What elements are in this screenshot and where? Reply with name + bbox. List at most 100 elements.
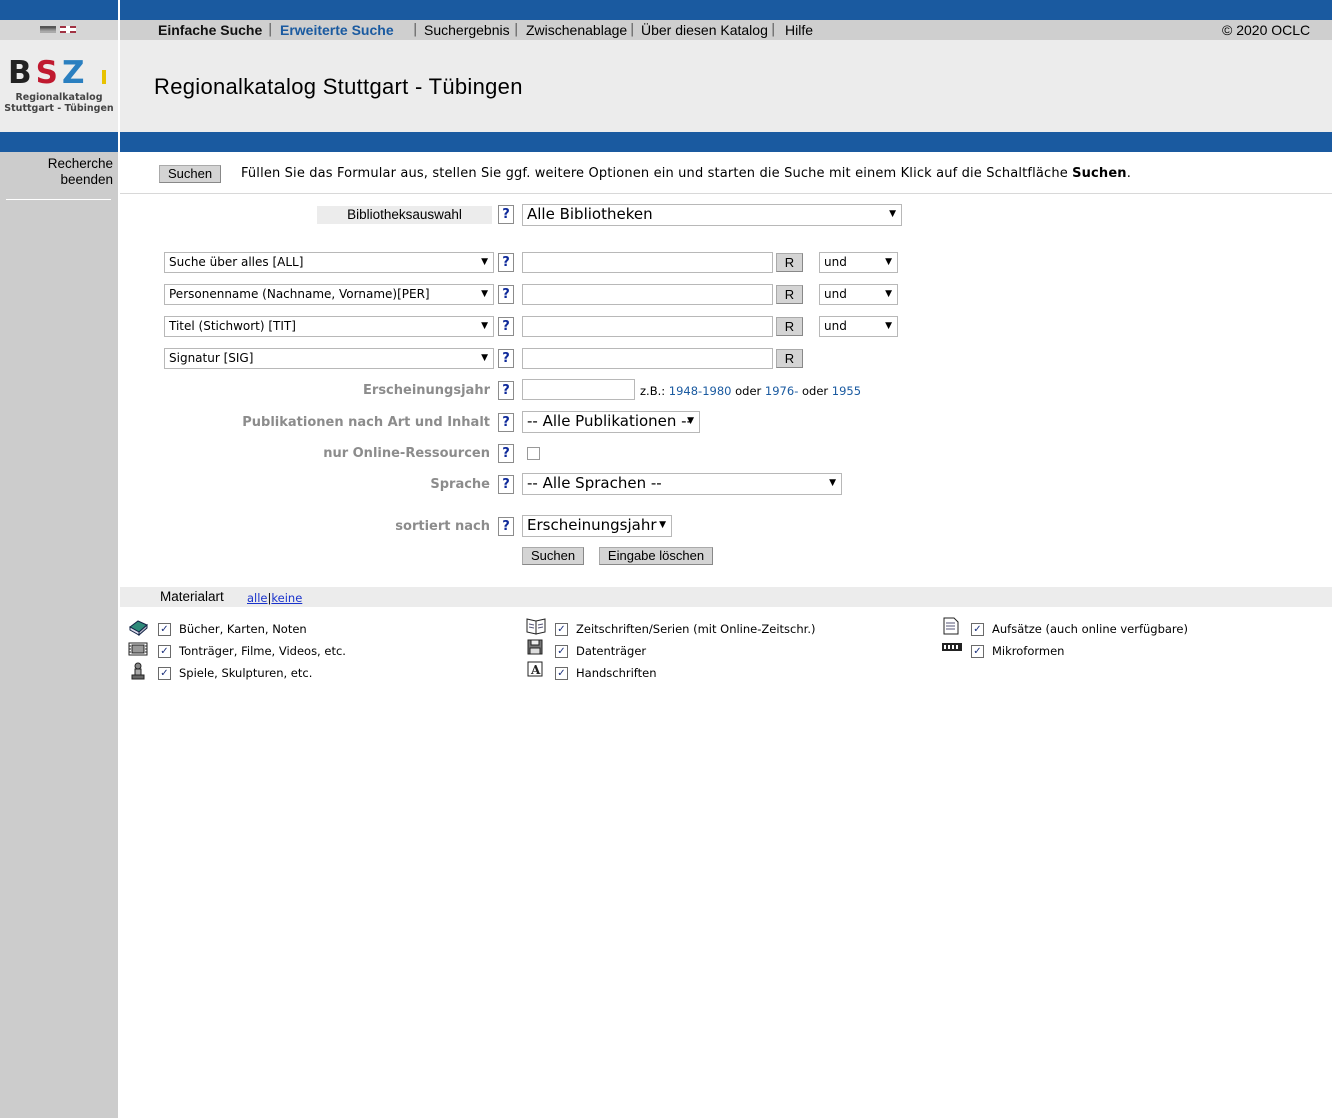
year-input[interactable] bbox=[522, 379, 635, 400]
article-icon bbox=[943, 617, 961, 635]
journal-icon bbox=[526, 617, 546, 635]
language-select[interactable]: -- Alle Sprachen -- ▼ bbox=[522, 473, 842, 495]
operator-select-1[interactable]: und ▼ bbox=[819, 252, 898, 273]
search-button[interactable]: Suchen bbox=[522, 547, 584, 565]
publication-select-value: -- Alle Publikationen -- bbox=[527, 412, 693, 430]
chevron-down-icon: ▼ bbox=[885, 321, 892, 331]
material-articles: Aufsätze (auch online verfügbare) bbox=[992, 622, 1188, 636]
checkbox-books[interactable]: ✓ bbox=[158, 623, 171, 636]
r-button-1[interactable]: R bbox=[776, 253, 803, 272]
nav-separator: | bbox=[514, 22, 519, 37]
copyright: © 2020 OCLC bbox=[1222, 22, 1311, 38]
online-only-checkbox[interactable] bbox=[527, 447, 540, 460]
sort-select[interactable]: Erscheinungsjahr ▼ bbox=[522, 515, 672, 537]
field-select-2[interactable]: Personenname (Nachname, Vorname)[PER] ▼ bbox=[164, 284, 494, 305]
nav-separator: | bbox=[630, 22, 635, 37]
search-input-2[interactable] bbox=[522, 284, 773, 305]
library-select-value: Alle Bibliotheken bbox=[527, 205, 653, 223]
nav-separator: | bbox=[413, 22, 418, 37]
clear-button[interactable]: Eingabe löschen bbox=[599, 547, 713, 565]
end-search-link[interactable]: Recherche beenden bbox=[0, 156, 113, 188]
chevron-down-icon: ▼ bbox=[829, 478, 836, 488]
help-icon[interactable]: ? bbox=[498, 317, 514, 336]
sculpture-icon bbox=[130, 662, 148, 680]
svg-text:A: A bbox=[530, 663, 541, 677]
manuscript-icon: A bbox=[527, 661, 545, 679]
checkbox-data-carriers[interactable]: ✓ bbox=[555, 645, 568, 658]
library-select[interactable]: Alle Bibliotheken ▼ bbox=[522, 204, 902, 226]
intro-text-end: . bbox=[1126, 166, 1131, 181]
chevron-down-icon: ▼ bbox=[687, 416, 694, 426]
field-select-1[interactable]: Suche über alles [ALL] ▼ bbox=[164, 252, 494, 273]
checkbox-audio-video[interactable]: ✓ bbox=[158, 645, 171, 658]
r-button-2[interactable]: R bbox=[776, 285, 803, 304]
help-icon[interactable]: ? bbox=[498, 205, 514, 224]
operator-value: und bbox=[824, 287, 847, 301]
book-icon bbox=[128, 618, 148, 637]
select-all-link[interactable]: alle bbox=[247, 591, 268, 605]
help-icon[interactable]: ? bbox=[498, 475, 514, 494]
operator-value: und bbox=[824, 319, 847, 333]
sidebar-divider bbox=[6, 199, 111, 200]
german-flag-icon[interactable] bbox=[40, 26, 56, 33]
nav-advanced-search[interactable]: Erweiterte Suche bbox=[280, 22, 394, 38]
material-microforms: Mikroformen bbox=[992, 644, 1065, 658]
field-select-3[interactable]: Titel (Stichwort) [TIT] ▼ bbox=[164, 316, 494, 337]
nav-results[interactable]: Suchergebnis bbox=[424, 22, 510, 38]
checkbox-microforms[interactable]: ✓ bbox=[971, 645, 984, 658]
checkbox-games-sculptures[interactable]: ✓ bbox=[158, 667, 171, 680]
top-search-button[interactable]: Suchen bbox=[159, 165, 221, 183]
field-select-value: Titel (Stichwort) [TIT] bbox=[169, 319, 296, 333]
logo-area: BSZ Regionalkatalog Stuttgart - Tübingen bbox=[0, 40, 118, 132]
end-search-line1: Recherche bbox=[47, 156, 113, 171]
year-examples: z.B.: 1948-1980 oder 1976- oder 1955 bbox=[640, 384, 861, 398]
nav-separator: | bbox=[771, 22, 776, 37]
nav-separator: | bbox=[268, 22, 273, 37]
nav-simple-search[interactable]: Einfache Suche bbox=[158, 22, 262, 38]
publication-select[interactable]: -- Alle Publikationen -- ▼ bbox=[522, 411, 700, 433]
year-example-1: 1948-1980 bbox=[668, 384, 732, 398]
material-data-carriers: Datenträger bbox=[576, 644, 647, 658]
chevron-down-icon: ▼ bbox=[885, 289, 892, 299]
nav-clipboard[interactable]: Zwischenablage bbox=[526, 22, 627, 38]
publication-label: Publikationen nach Art und Inhalt bbox=[242, 415, 490, 430]
help-icon[interactable]: ? bbox=[498, 253, 514, 272]
r-button-3[interactable]: R bbox=[776, 317, 803, 336]
end-search-line2: beenden bbox=[60, 172, 113, 187]
field-select-4[interactable]: Signatur [SIG] ▼ bbox=[164, 348, 494, 369]
help-icon[interactable]: ? bbox=[498, 413, 514, 432]
help-icon[interactable]: ? bbox=[498, 444, 514, 463]
nav-help[interactable]: Hilfe bbox=[785, 22, 813, 38]
english-flag-icon[interactable] bbox=[60, 26, 76, 33]
logo-caption-1: Regionalkatalog bbox=[15, 92, 103, 103]
checkbox-manuscripts[interactable]: ✓ bbox=[555, 667, 568, 680]
checkbox-articles[interactable]: ✓ bbox=[971, 623, 984, 636]
intro-text-bold: Suchen bbox=[1072, 166, 1127, 181]
search-input-3[interactable] bbox=[522, 316, 773, 337]
materials-toggle: alle|keine bbox=[247, 591, 302, 605]
operator-select-2[interactable]: und ▼ bbox=[819, 284, 898, 305]
help-icon[interactable]: ? bbox=[498, 381, 514, 400]
logo-caption-2: Stuttgart - Tübingen bbox=[4, 103, 114, 114]
chevron-down-icon: ▼ bbox=[659, 520, 666, 530]
search-input-1[interactable] bbox=[522, 252, 773, 273]
blue-band-left bbox=[0, 132, 118, 152]
operator-select-3[interactable]: und ▼ bbox=[819, 316, 898, 337]
r-button-4[interactable]: R bbox=[776, 349, 803, 368]
select-none-link[interactable]: keine bbox=[271, 591, 302, 605]
material-manuscripts: Handschriften bbox=[576, 666, 657, 680]
help-icon[interactable]: ? bbox=[498, 285, 514, 304]
material-games-sculptures: Spiele, Skulpturen, etc. bbox=[179, 666, 313, 680]
nav-about[interactable]: Über diesen Katalog bbox=[641, 22, 768, 38]
year-label: Erscheinungsjahr bbox=[363, 383, 490, 398]
language-strip bbox=[0, 20, 118, 40]
microfilm-icon bbox=[942, 641, 962, 659]
help-icon[interactable]: ? bbox=[498, 517, 514, 536]
help-icon[interactable]: ? bbox=[498, 349, 514, 368]
chevron-down-icon: ▼ bbox=[481, 353, 488, 363]
search-input-4[interactable] bbox=[522, 348, 773, 369]
top-bar-left bbox=[0, 0, 118, 20]
checkbox-journals[interactable]: ✓ bbox=[555, 623, 568, 636]
bsz-logo: BSZ bbox=[8, 56, 112, 90]
operator-value: und bbox=[824, 255, 847, 269]
